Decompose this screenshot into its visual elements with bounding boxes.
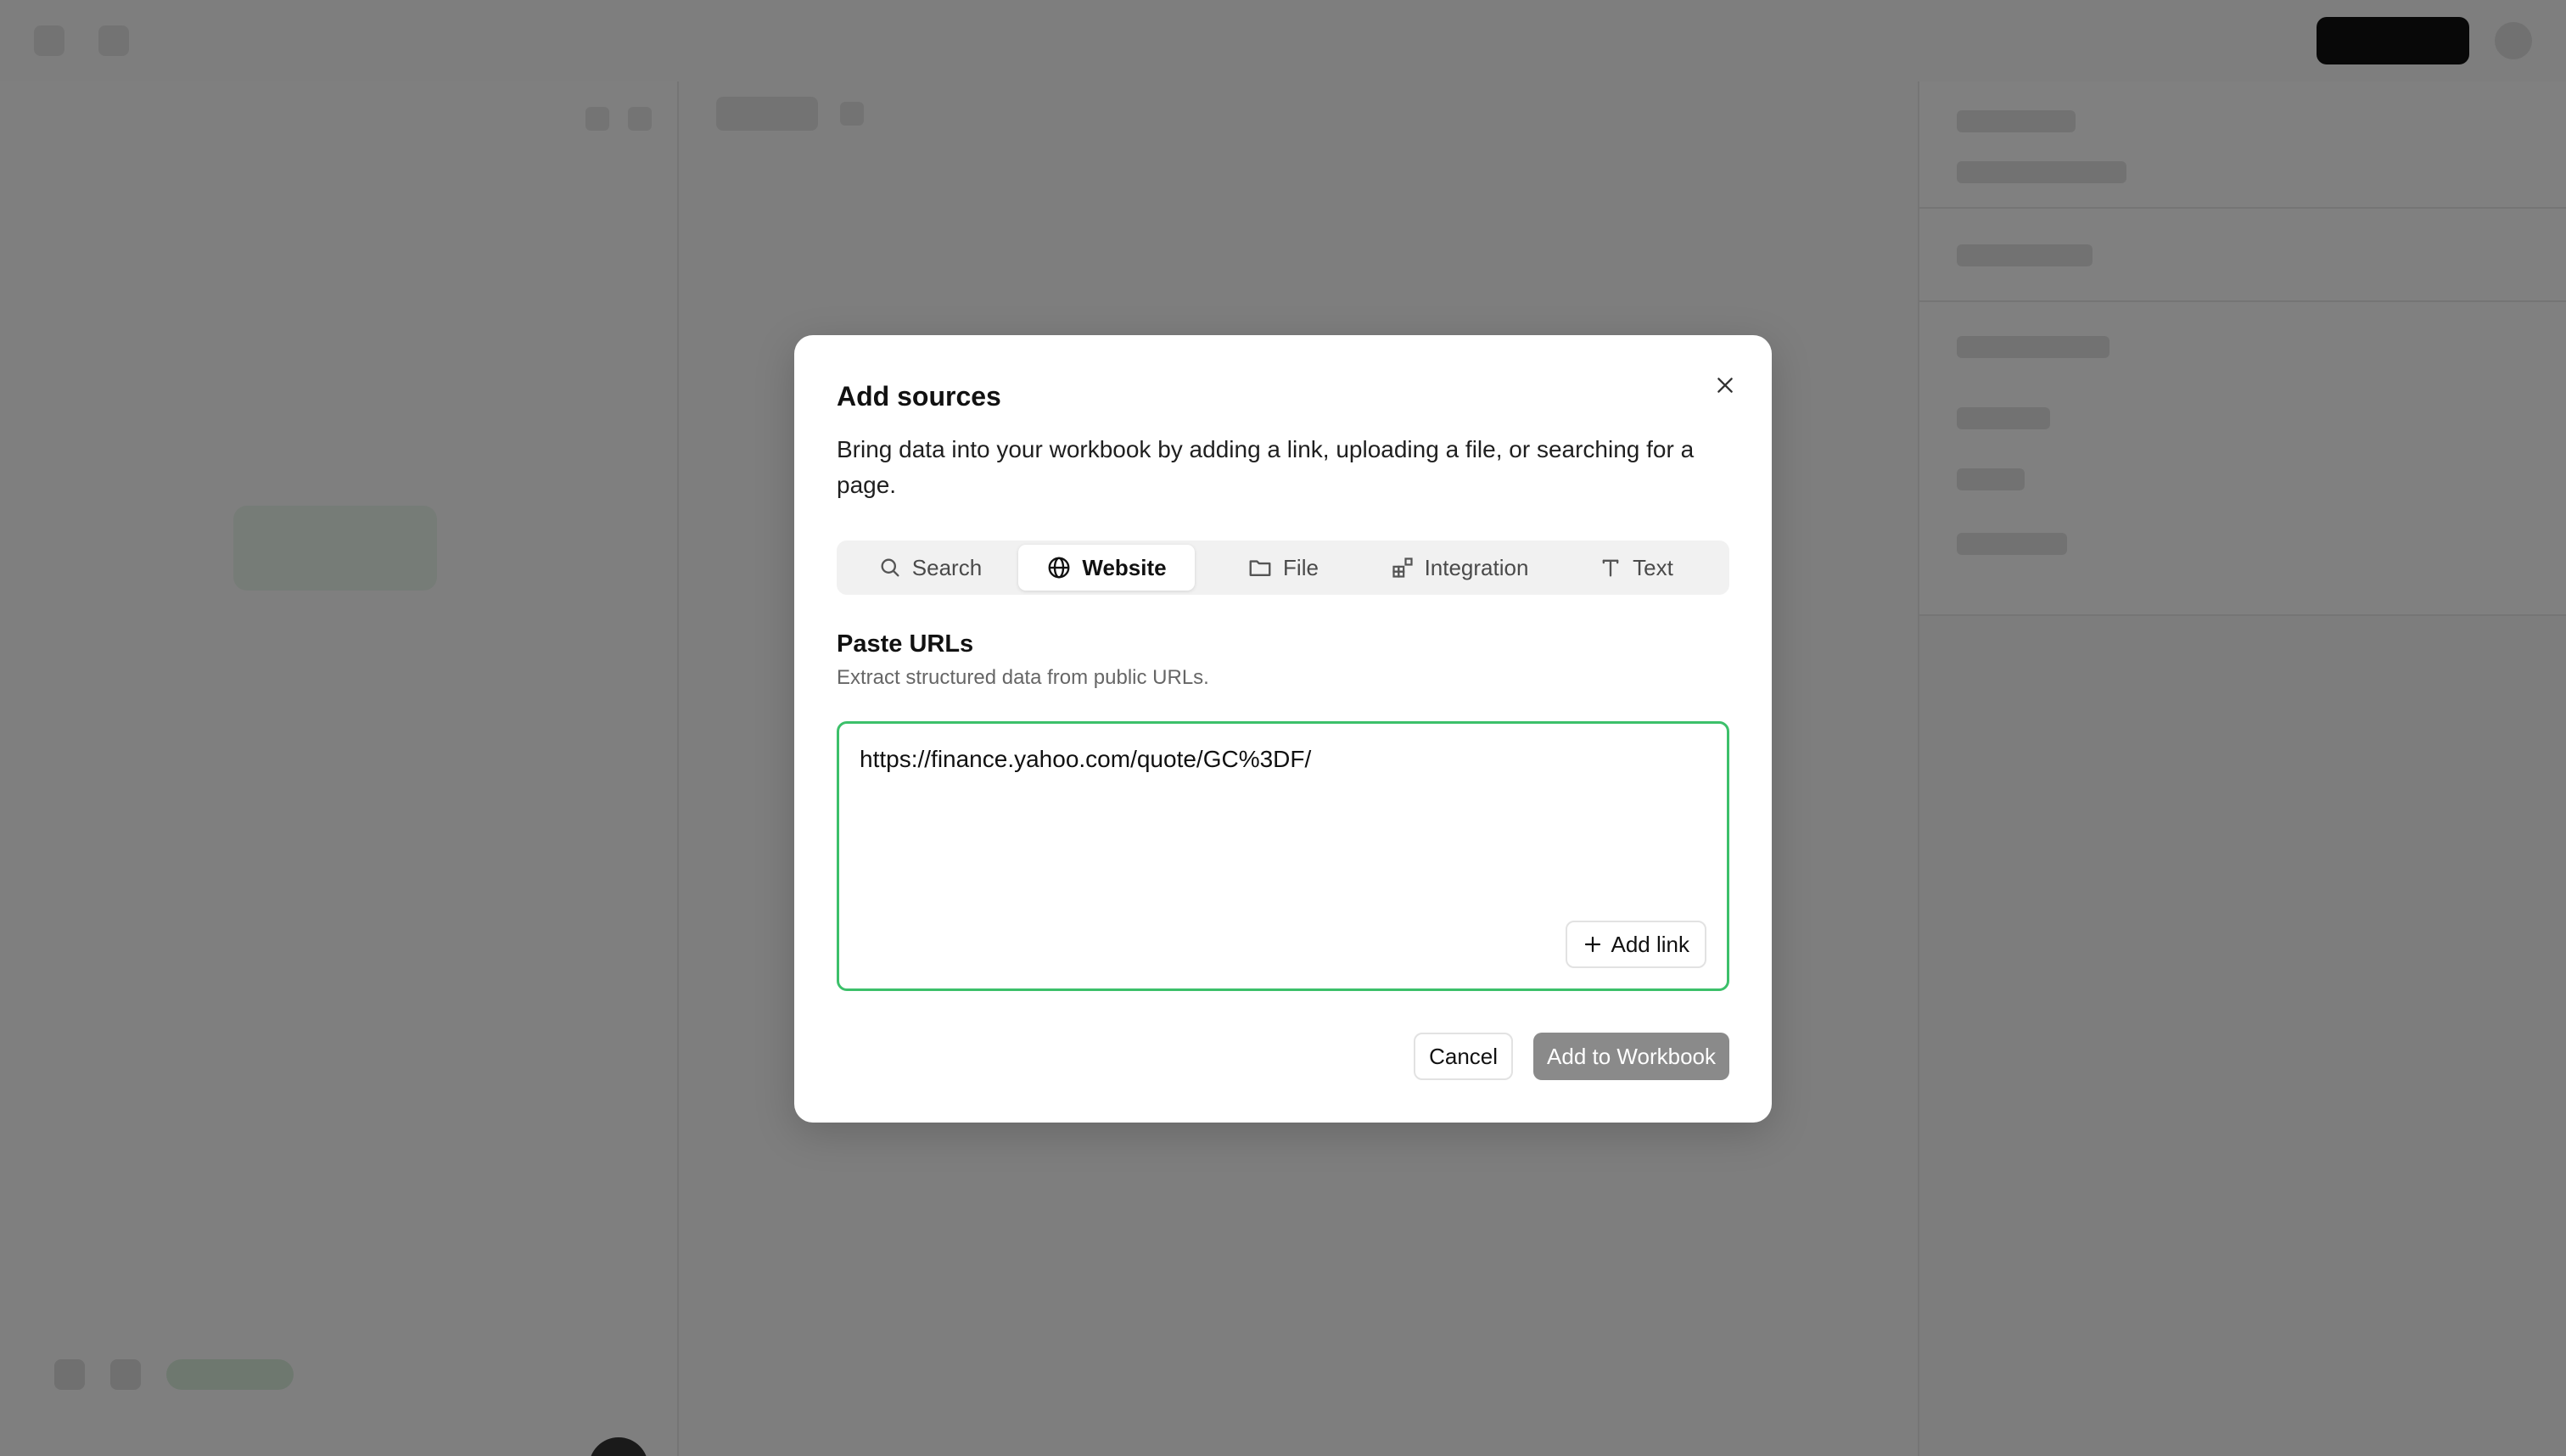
- tab-text[interactable]: Text: [1548, 545, 1724, 591]
- section-subtitle: Extract structured data from public URLs…: [837, 666, 1209, 689]
- url-input[interactable]: https://finance.yahoo.com/quote/GC%3DF/: [860, 746, 1708, 773]
- dialog-footer: Cancel Add to Workbook: [1414, 1033, 1729, 1080]
- source-tabs: Search Website File Integration Text: [837, 540, 1729, 595]
- add-sources-dialog: Add sources Bring data into your workboo…: [794, 335, 1772, 1123]
- add-link-label: Add link: [1611, 931, 1690, 957]
- add-to-workbook-button[interactable]: Add to Workbook: [1533, 1033, 1729, 1080]
- tab-integration[interactable]: Integration: [1371, 545, 1548, 591]
- tab-website[interactable]: Website: [1018, 545, 1195, 591]
- add-link-button[interactable]: Add link: [1565, 921, 1706, 968]
- url-input-box[interactable]: https://finance.yahoo.com/quote/GC%3DF/ …: [837, 721, 1729, 991]
- tab-label: Integration: [1424, 554, 1529, 580]
- tab-label: File: [1283, 554, 1319, 580]
- text-icon: [1602, 559, 1619, 577]
- globe-icon: [1048, 557, 1070, 579]
- dialog-title: Add sources: [837, 381, 1001, 412]
- close-icon: [1717, 378, 1733, 393]
- tab-file[interactable]: File: [1195, 545, 1371, 591]
- search-icon: [881, 558, 899, 577]
- cancel-button[interactable]: Cancel: [1414, 1033, 1514, 1080]
- plus-icon: [1584, 936, 1600, 953]
- dialog-description: Bring data into your workbook by adding …: [837, 436, 1695, 498]
- tab-search[interactable]: Search: [842, 545, 1018, 591]
- tab-label: Search: [911, 554, 983, 580]
- folder-icon: [1249, 560, 1271, 576]
- section-title: Paste URLs: [837, 630, 974, 658]
- close-button[interactable]: [1706, 366, 1745, 405]
- tab-label: Website: [1082, 554, 1167, 580]
- tab-label: Text: [1633, 554, 1673, 580]
- integration-icon: [1392, 557, 1413, 578]
